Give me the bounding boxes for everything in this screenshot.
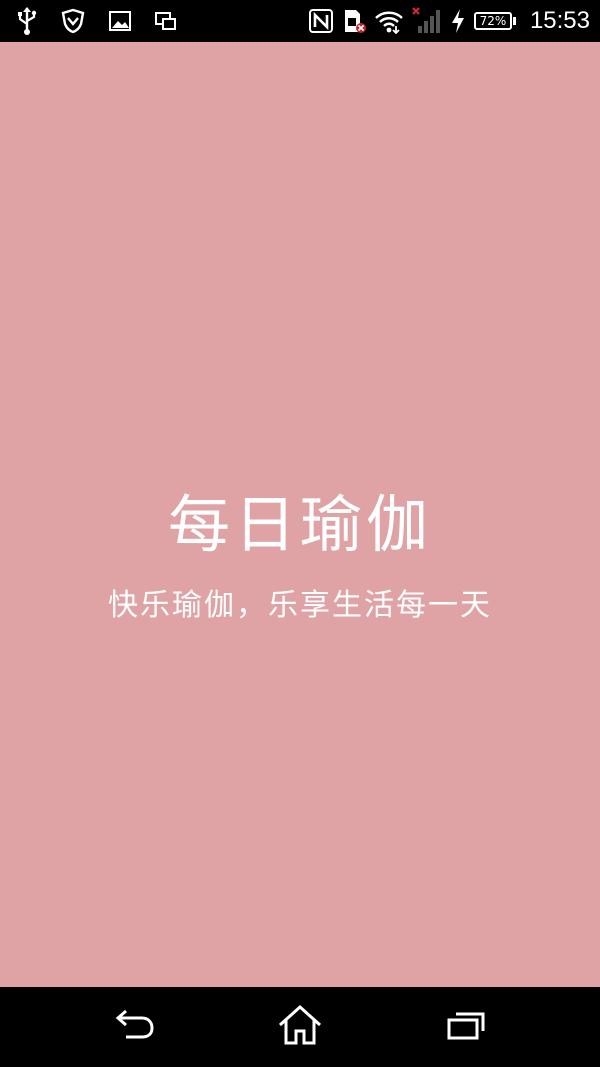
status-bar-right: 72% 15:53 [308,0,590,42]
app-slogan: 快乐瑜伽，乐享生活每一天 [108,588,492,623]
back-icon [112,1009,156,1045]
recent-apps-button[interactable] [436,1005,496,1049]
charging-icon [450,8,466,34]
recent-apps-icon [445,1009,487,1045]
usb-icon [16,6,38,36]
status-clock: 15:53 [529,7,590,34]
home-icon [277,1004,323,1050]
shield-icon [60,8,86,34]
app-title: 每日瑜伽 [167,488,432,561]
image-icon [108,10,132,32]
status-bar: 72% 15:53 [0,0,600,42]
status-bar-left [16,0,178,42]
battery-indicator: 72% [473,12,516,30]
screen-mirror-icon [154,10,178,32]
wifi-icon [374,8,404,34]
battery-tip [512,17,516,25]
screen: 72% 15:53 每日瑜伽 快乐瑜伽，乐享生活每一天 [0,0,600,1067]
battery-percent: 72% [473,12,512,30]
back-button[interactable] [104,1005,164,1049]
home-button[interactable] [270,1004,330,1050]
splash-screen: 每日瑜伽 快乐瑜伽，乐享生活每一天 [0,42,600,987]
signal-icon [412,7,442,35]
navigation-bar [0,987,600,1067]
nfc-icon [308,8,334,34]
sim-error-icon [342,8,366,34]
